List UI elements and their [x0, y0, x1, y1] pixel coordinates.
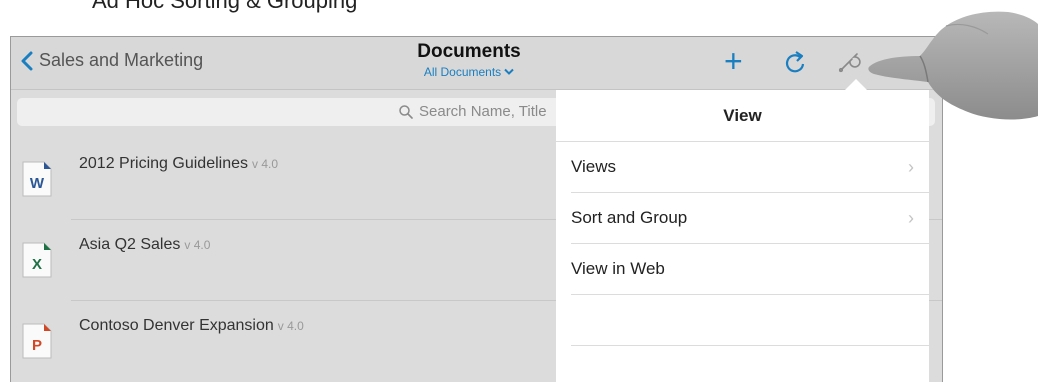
search-icon	[399, 105, 413, 119]
back-label: Sales and Marketing	[39, 50, 204, 70]
plus-icon[interactable]: +	[724, 45, 743, 77]
caption: Ad Hoc Sorting & Grouping	[92, 0, 358, 13]
hand-pointer-icon	[868, 11, 1038, 120]
refresh-icon[interactable]	[783, 49, 807, 75]
chevron-right-icon: ›	[908, 157, 914, 177]
chevron-right-icon: ›	[908, 208, 914, 228]
svg-text:P: P	[32, 337, 42, 354]
word-doc-icon: W	[22, 161, 52, 197]
document-version: v 4.0	[277, 319, 304, 333]
menu-item-label: Sort and Group	[571, 208, 688, 227]
menu-item-label: View in Web	[571, 259, 665, 278]
chevron-down-icon	[504, 68, 514, 75]
powerpoint-doc-icon: P	[22, 323, 52, 359]
menu-item-sort-and-group[interactable]: Sort and Group ›	[571, 193, 929, 244]
document-version: v 4.0	[184, 238, 211, 252]
view-selector-label: All Documents	[423, 65, 502, 79]
svg-text:X: X	[32, 256, 42, 273]
menu-item-view-in-web[interactable]: View in Web	[571, 244, 929, 295]
excel-doc-icon: X	[22, 242, 52, 278]
document-name: Contoso Denver Expansion	[79, 317, 274, 334]
nav-bar: Sales and Marketing Documents All Docume…	[11, 37, 942, 90]
app-window: Sales and Marketing Documents All Docume…	[10, 36, 943, 382]
page-title: Documents	[417, 41, 521, 62]
wrench-icon[interactable]	[836, 49, 862, 75]
search-placeholder: Search Name, Title	[419, 103, 547, 120]
document-name: Asia Q2 Sales	[79, 236, 181, 253]
menu-item-label: Views	[571, 157, 617, 176]
view-selector[interactable]: All Documents	[424, 65, 514, 79]
back-button[interactable]: Sales and Marketing	[21, 50, 203, 71]
menu-item-views[interactable]: Views ›	[571, 142, 929, 193]
nav-title: Documents All Documents	[409, 41, 529, 81]
document-name: 2012 Pricing Guidelines	[79, 155, 248, 172]
back-chevron-icon	[21, 51, 33, 70]
svg-text:W: W	[30, 175, 45, 192]
menu-item-empty	[571, 295, 929, 346]
document-version: v 4.0	[252, 157, 279, 171]
view-popover: View Views › Sort and Group › View in We…	[556, 90, 929, 382]
